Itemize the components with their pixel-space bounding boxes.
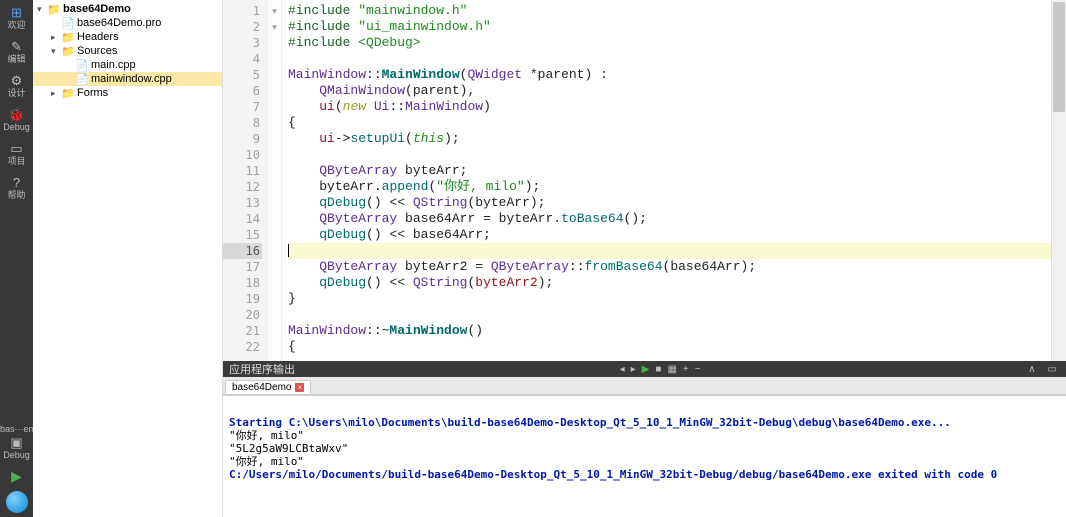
code-area[interactable]: #include "mainwindow.h"#include "ui_main…	[282, 0, 1066, 361]
tree-label: Forms	[77, 87, 108, 99]
code-editor[interactable]: 12345678910111213141516171819202122 ▾▾ #…	[223, 0, 1066, 361]
mode-icon: 🐞	[3, 107, 30, 122]
mode-icon: ⊞	[3, 5, 30, 20]
tree-arrow-icon: ▾	[37, 4, 47, 15]
output-tool-0[interactable]: ◂	[620, 364, 625, 375]
tree-row[interactable]: ▸📁Headers	[33, 30, 222, 44]
play-icon: ▶	[0, 469, 33, 484]
project-tree-pane: ▾📁base64Demo📄base64Demo.pro▸📁Headers▾📁So…	[33, 0, 223, 517]
mode-label: 欢迎	[3, 20, 30, 31]
tree-label: main.cpp	[91, 59, 136, 71]
folder-icon: 📁	[47, 3, 61, 16]
output-line: "你好, milo"	[229, 455, 1060, 468]
folder-icon: 📁	[61, 45, 75, 58]
mode-label: 帮助	[3, 190, 30, 201]
mode-item-2[interactable]: ⚙设计	[3, 68, 30, 102]
mode-label: Debug	[3, 122, 30, 133]
tree-label: Headers	[77, 31, 119, 43]
output-line: C:/Users/milo/Documents/build-base64Demo…	[229, 468, 1060, 481]
mode-item-0[interactable]: ⊞欢迎	[3, 0, 30, 34]
tree-label: base64Demo.pro	[77, 17, 161, 29]
tree-row[interactable]: ▾📁base64Demo	[33, 2, 222, 16]
output-tool-3[interactable]: ■	[655, 364, 661, 375]
mode-label: 设计	[3, 88, 30, 99]
output-title: 应用程序输出	[229, 361, 295, 377]
output-line: "你好, milo"	[229, 429, 1060, 442]
output-tab-label: base64Demo	[232, 382, 291, 393]
folder-icon: 📁	[61, 31, 75, 44]
output-tool-5[interactable]: +	[683, 364, 689, 375]
output-line: Starting C:\Users\milo\Documents\build-b…	[229, 416, 1060, 429]
project-tree[interactable]: ▾📁base64Demo📄base64Demo.pro▸📁Headers▾📁So…	[33, 0, 222, 102]
output-header: 应用程序输出 ◂ ▸ ▶ ■ ▦ +− ∧ ▭	[223, 361, 1066, 377]
editor-column: 12345678910111213141516171819202122 ▾▾ #…	[223, 0, 1066, 517]
fold-column[interactable]: ▾▾	[268, 0, 282, 361]
mode-item-5[interactable]: ?帮助	[3, 170, 30, 204]
run-button[interactable]: ▶	[0, 464, 33, 487]
app-root: ⊞欢迎✎编辑⚙设计🐞Debug▭项目?帮助 bas···emo ▣ Debug …	[0, 0, 1066, 517]
output-tool-1[interactable]: ▸	[631, 364, 636, 375]
mode-item-1[interactable]: ✎编辑	[3, 34, 30, 68]
output-tool-6[interactable]: −	[695, 364, 701, 375]
tree-arrow-icon: ▸	[51, 88, 61, 99]
folder-icon: 📁	[61, 87, 75, 100]
close-icon[interactable]: ×	[295, 383, 304, 392]
mode-sidebar: ⊞欢迎✎编辑⚙设计🐞Debug▭项目?帮助 bas···emo ▣ Debug …	[0, 0, 33, 517]
output-line: "5L2g5aW9LCBtaWxv"	[229, 442, 1060, 455]
output-right-tool-0[interactable]: ∧	[1028, 364, 1035, 375]
output-tabs: base64Demo ×	[223, 377, 1066, 395]
mode-item-4[interactable]: ▭项目	[3, 136, 30, 170]
tree-label: Sources	[77, 45, 117, 57]
tree-arrow-icon: ▾	[51, 46, 61, 57]
mode-icon: ▭	[3, 141, 30, 156]
output-tool-4[interactable]: ▦	[667, 364, 676, 375]
line-gutter: 12345678910111213141516171819202122	[223, 0, 268, 361]
editor-vscrollbar-thumb[interactable]	[1053, 2, 1065, 112]
mode-label: 项目	[3, 156, 30, 167]
output-tool-2[interactable]: ▶	[642, 364, 650, 375]
editor-vscrollbar[interactable]	[1051, 0, 1066, 361]
file-icon: 📄	[61, 17, 75, 30]
kit-selector[interactable]: bas···emo ▣ Debug	[0, 419, 33, 464]
mode-item-3[interactable]: 🐞Debug	[3, 102, 30, 136]
tree-label: mainwindow.cpp	[91, 73, 172, 85]
tree-row[interactable]: 📄main.cpp	[33, 58, 222, 72]
output-tab[interactable]: base64Demo ×	[225, 380, 311, 394]
tree-arrow-icon: ▸	[51, 32, 61, 43]
progress-indicator	[6, 491, 28, 513]
mode-icon: ⚙	[3, 73, 30, 88]
mode-icon: ✎	[3, 39, 30, 54]
mode-icon: ?	[3, 175, 30, 190]
mode-label: 编辑	[3, 54, 30, 65]
tree-row[interactable]: ▾📁Sources	[33, 44, 222, 58]
tree-row[interactable]: ▸📁Forms	[33, 86, 222, 100]
tree-row[interactable]: 📄base64Demo.pro	[33, 16, 222, 30]
file-icon: 📄	[75, 59, 89, 72]
file-icon: 📄	[75, 73, 89, 86]
output-right-tool-1[interactable]: ▭	[1048, 364, 1057, 375]
output-body[interactable]: Starting C:\Users\milo\Documents\build-b…	[223, 395, 1066, 517]
tree-label: base64Demo	[63, 3, 131, 15]
tree-row[interactable]: 📄mainwindow.cpp	[33, 72, 222, 86]
